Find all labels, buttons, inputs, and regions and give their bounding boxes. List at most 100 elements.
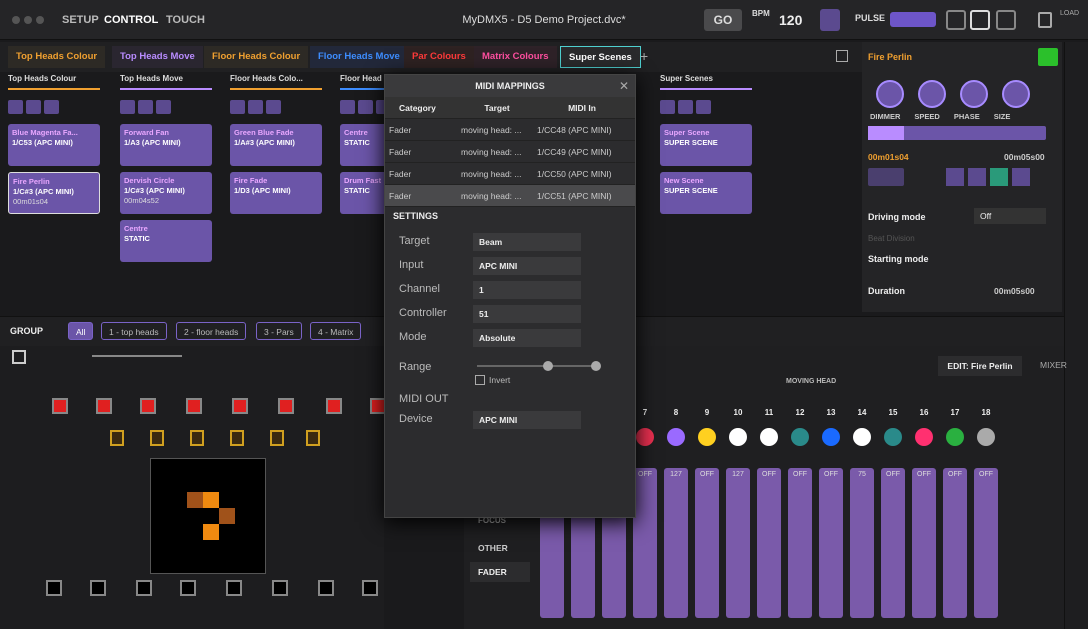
category-other[interactable]: OTHER: [470, 538, 530, 558]
tab-par-colours[interactable]: Par Colours: [404, 46, 474, 68]
fixture-par[interactable]: [136, 580, 152, 596]
group-tab-matrix[interactable]: 4 - Matrix: [310, 322, 362, 340]
channel-color-swatch[interactable]: [698, 428, 716, 446]
window-close-dot[interactable]: [12, 16, 20, 24]
speed-knob[interactable]: [918, 80, 946, 108]
bounce-button[interactable]: [1012, 168, 1030, 186]
lock-icon[interactable]: [1038, 12, 1052, 28]
zoom-slider[interactable]: [92, 355, 182, 357]
driving-mode-select[interactable]: Off: [974, 208, 1046, 224]
tab-top-heads-colour[interactable]: Top Heads Colour: [8, 46, 106, 68]
duration-value[interactable]: 00m05s00: [994, 286, 1035, 296]
channel-color-swatch[interactable]: [946, 428, 964, 446]
edit-cue-tab[interactable]: EDIT: Fire Perlin: [938, 356, 1022, 376]
close-icon[interactable]: ✕: [619, 79, 629, 93]
category-fader[interactable]: FADER: [470, 562, 530, 582]
fixture-par[interactable]: [90, 580, 106, 596]
matrix-cell[interactable]: [203, 524, 219, 540]
stop-button[interactable]: [120, 100, 135, 114]
header-category[interactable]: Category: [385, 97, 457, 118]
fixture-floor-head[interactable]: [230, 430, 244, 446]
tab-matrix-colours[interactable]: Matrix Colours: [474, 46, 557, 68]
next-button[interactable]: [156, 100, 171, 114]
collapse-panel-icon[interactable]: [836, 50, 848, 62]
go-button[interactable]: GO: [704, 9, 742, 31]
prev-button[interactable]: [26, 100, 41, 114]
channel-color-swatch[interactable]: [729, 428, 747, 446]
fixture-head[interactable]: [140, 398, 156, 414]
fixture-par[interactable]: [362, 580, 378, 596]
phase-knob[interactable]: [960, 80, 988, 108]
pause-button[interactable]: [968, 168, 986, 186]
fixture-floor-head[interactable]: [190, 430, 204, 446]
settings-icon[interactable]: [996, 10, 1016, 30]
column-title[interactable]: Top Heads Move: [120, 74, 228, 88]
keyboard-icon[interactable]: [946, 10, 966, 30]
midi-mapping-row[interactable]: Fader moving head: ... 1/CC50 (APC MINI): [385, 163, 635, 185]
channel-fader[interactable]: 127: [726, 468, 750, 618]
channel-fader[interactable]: OFF: [974, 468, 998, 618]
fixture-head[interactable]: [326, 398, 342, 414]
invert-checkbox[interactable]: [475, 375, 485, 385]
tab-super-scenes[interactable]: Super Scenes: [560, 46, 641, 68]
channel-fader[interactable]: OFF: [943, 468, 967, 618]
prev-button[interactable]: [678, 100, 693, 114]
range-slider[interactable]: [477, 365, 597, 367]
back-button[interactable]: [946, 168, 964, 186]
fixture-par[interactable]: [318, 580, 334, 596]
setting-select[interactable]: 51: [473, 305, 581, 323]
fixture-par[interactable]: [226, 580, 242, 596]
channel-color-swatch[interactable]: [760, 428, 778, 446]
window-minimize-dot[interactable]: [24, 16, 32, 24]
channel-fader[interactable]: OFF: [912, 468, 936, 618]
window-zoom-dot[interactable]: [36, 16, 44, 24]
fixture-head[interactable]: [52, 398, 68, 414]
channel-color-swatch[interactable]: [884, 428, 902, 446]
tab-floor-heads-colour[interactable]: Floor Heads Colour: [204, 46, 309, 68]
channel-color-swatch[interactable]: [853, 428, 871, 446]
group-tab-all[interactable]: All: [68, 322, 94, 340]
tab-touch[interactable]: TOUCH: [166, 14, 205, 26]
next-button[interactable]: [44, 100, 59, 114]
channel-color-swatch[interactable]: [822, 428, 840, 446]
prev-button[interactable]: [248, 100, 263, 114]
setting-select[interactable]: 1: [473, 281, 581, 299]
header-target[interactable]: Target: [457, 97, 533, 118]
prev-cue-buttons[interactable]: [868, 168, 904, 186]
channel-fader[interactable]: OFF: [695, 468, 719, 618]
tab-top-heads-move[interactable]: Top Heads Move: [112, 46, 203, 68]
prev-button[interactable]: [358, 100, 373, 114]
cue-button[interactable]: Blue Magenta Fa... 1/C53 (APC MINI): [8, 124, 100, 166]
matrix-cell[interactable]: [187, 492, 203, 508]
play-button[interactable]: [1038, 48, 1058, 66]
range-max-handle[interactable]: [591, 361, 601, 371]
mixer-tab[interactable]: MIXER: [1040, 360, 1067, 370]
group-tab-floor-heads[interactable]: 2 - floor heads: [176, 322, 247, 340]
fixture-head[interactable]: [278, 398, 294, 414]
stop-button[interactable]: [340, 100, 355, 114]
size-knob[interactable]: [1002, 80, 1030, 108]
cue-button[interactable]: Fire Fade 1/D3 (APC MINI): [230, 172, 322, 214]
setting-select[interactable]: Beam: [473, 233, 581, 251]
group-tab-top-heads[interactable]: 1 - top heads: [101, 322, 167, 340]
cue-button[interactable]: Green Blue Fade 1/A#3 (APC MINI): [230, 124, 322, 166]
channel-color-swatch[interactable]: [791, 428, 809, 446]
fixture-head[interactable]: [232, 398, 248, 414]
midi-mapping-row[interactable]: Fader moving head: ... 1/CC49 (APC MINI): [385, 141, 635, 163]
fixture-par[interactable]: [180, 580, 196, 596]
matrix-cell[interactable]: [203, 492, 219, 508]
tap-tempo-button[interactable]: [820, 9, 840, 31]
setting-select[interactable]: APC MINI: [473, 257, 581, 275]
fixture-floor-head[interactable]: [150, 430, 164, 446]
grid-view-icon[interactable]: [970, 10, 990, 30]
column-title[interactable]: Super Scenes: [660, 74, 768, 88]
fixture-floor-head[interactable]: [306, 430, 320, 446]
column-title[interactable]: Top Heads Colour: [8, 74, 116, 88]
midi-mapping-row[interactable]: Fader moving head: ... 1/CC48 (APC MINI): [385, 119, 635, 141]
progress-bar[interactable]: [868, 126, 1046, 140]
load-label[interactable]: LOAD: [1060, 10, 1079, 17]
channel-fader[interactable]: 75: [850, 468, 874, 618]
matrix-cell[interactable]: [219, 508, 235, 524]
stop-button[interactable]: [230, 100, 245, 114]
channel-color-swatch[interactable]: [636, 428, 654, 446]
